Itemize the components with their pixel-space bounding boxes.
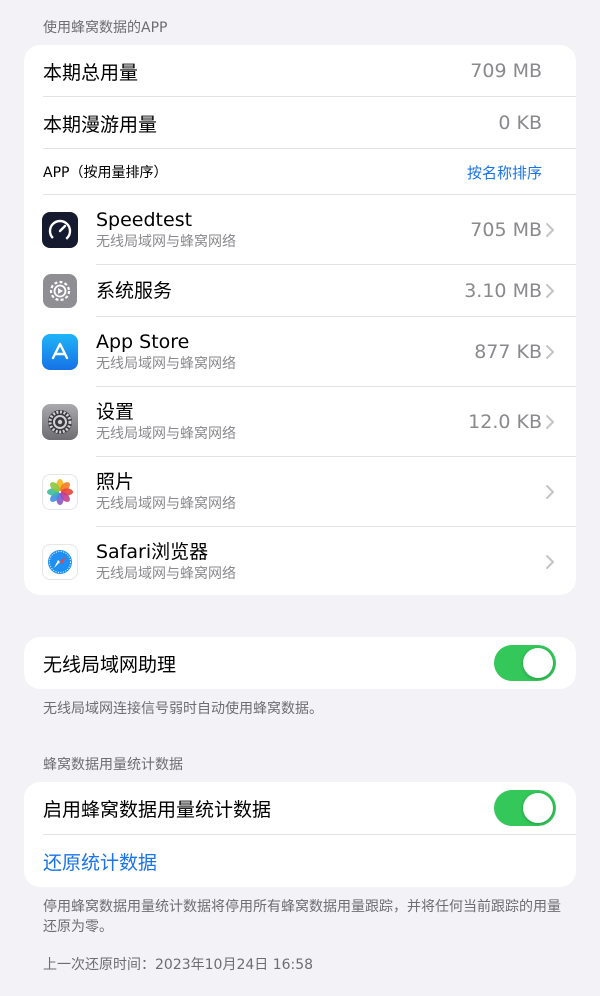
- current-total-value: 709 MB: [470, 60, 542, 82]
- app-network-type: 无线局域网与蜂窝网络: [96, 356, 236, 372]
- chevron-right-icon: [546, 284, 554, 298]
- app-network-type: 无线局域网与蜂窝网络: [96, 566, 236, 582]
- sort-by-name-link[interactable]: 按名称排序: [467, 162, 542, 183]
- app-row-app-store[interactable]: App Store 无线局域网与蜂窝网络 877 KB: [24, 317, 576, 387]
- app-name: 照片: [96, 471, 135, 493]
- app-row-settings[interactable]: 设置 无线局域网与蜂窝网络 12.0 KB: [24, 387, 576, 457]
- chevron-right-icon: [546, 485, 554, 499]
- app-usage-value: 877 KB: [474, 341, 542, 363]
- apps-sort-header: APP（按用量排序）: [43, 165, 168, 181]
- enable-stats-row: 启用蜂窝数据用量统计数据: [24, 782, 576, 835]
- app-row-photos[interactable]: 照片 无线局域网与蜂窝网络: [24, 457, 576, 527]
- stats-section-header: 蜂窝数据用量统计数据: [43, 757, 183, 773]
- app-name: App Store: [96, 331, 190, 353]
- roaming-value: 0 KB: [498, 112, 542, 134]
- toggle-knob: [523, 648, 553, 678]
- app-name: Speedtest: [96, 209, 193, 231]
- app-usage-value: 3.10 MB: [464, 280, 542, 302]
- enable-stats-label: 启用蜂窝数据用量统计数据: [43, 799, 272, 821]
- toggle-knob: [523, 793, 553, 823]
- apps-header-row: APP（按用量排序） 按名称排序: [24, 149, 576, 195]
- app-usage-value: 705 MB: [470, 219, 542, 241]
- app-network-type: 无线局域网与蜂窝网络: [96, 234, 236, 250]
- safari-icon: [42, 544, 78, 580]
- app-network-type: 无线局域网与蜂窝网络: [96, 496, 236, 512]
- wifi-assist-card: 无线局域网助理: [24, 637, 576, 689]
- stats-card: 启用蜂窝数据用量统计数据 还原统计数据: [24, 782, 576, 887]
- app-name: Safari浏览器: [96, 541, 209, 563]
- reset-stats-row[interactable]: 还原统计数据: [24, 835, 576, 887]
- app-row-speedtest[interactable]: Speedtest 无线局域网与蜂窝网络 705 MB: [24, 195, 576, 265]
- photos-icon: [42, 474, 78, 510]
- last-reset-text: 上一次还原时间：2023年10月24日 16:58: [43, 957, 314, 973]
- speedtest-icon: [42, 212, 78, 248]
- app-usage-value: 12.0 KB: [468, 411, 542, 433]
- stats-footnote: 停用蜂窝数据用量统计数据将停用所有蜂窝数据用量跟踪，并将任何当前跟踪的用量还原为…: [43, 899, 561, 935]
- current-total-row: 本期总用量 709 MB: [24, 45, 576, 97]
- reset-stats-button[interactable]: 还原统计数据: [43, 848, 157, 875]
- wifi-assist-footnote: 无线局域网连接信号弱时自动使用蜂窝数据。: [43, 701, 323, 717]
- app-name: 设置: [96, 401, 135, 423]
- enable-stats-toggle[interactable]: [494, 790, 556, 826]
- roaming-label: 本期漫游用量: [43, 113, 158, 136]
- wifi-assist-row: 无线局域网助理: [24, 637, 576, 689]
- app-row-system-services[interactable]: 系统服务 3.10 MB: [24, 265, 576, 317]
- usage-section-header: 使用蜂窝数据的APP: [43, 20, 168, 36]
- roaming-row: 本期漫游用量 0 KB: [24, 97, 576, 149]
- settings-icon: [42, 404, 78, 440]
- current-total-label: 本期总用量: [43, 61, 139, 84]
- chevron-right-icon: [546, 555, 554, 569]
- system-services-icon: [43, 274, 77, 308]
- app-name: 系统服务: [96, 280, 173, 302]
- app-network-type: 无线局域网与蜂窝网络: [96, 426, 236, 442]
- wifi-assist-toggle[interactable]: [494, 645, 556, 681]
- chevron-right-icon: [546, 415, 554, 429]
- app-store-icon: [42, 334, 78, 370]
- app-row-safari[interactable]: Safari浏览器 无线局域网与蜂窝网络: [24, 527, 576, 595]
- chevron-right-icon: [546, 223, 554, 237]
- usage-card: 本期总用量 709 MB 本期漫游用量 0 KB APP（按用量排序） 按名称排…: [24, 45, 576, 595]
- chevron-right-icon: [546, 345, 554, 359]
- wifi-assist-label: 无线局域网助理: [43, 653, 177, 676]
